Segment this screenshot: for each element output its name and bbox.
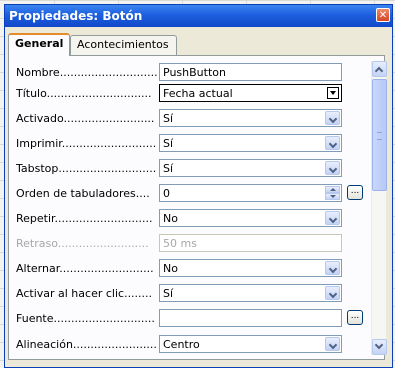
property-label: Fuente............................. <box>16 312 155 325</box>
property-label: Alineación........................ <box>16 338 157 351</box>
repetir-select[interactable]: No <box>159 209 342 227</box>
close-icon[interactable]: ✕ <box>376 8 390 22</box>
property-row-repetir: Repetir............................ No <box>9 208 384 228</box>
tab-general-label: General <box>15 37 64 50</box>
property-label: Activado.......................... <box>16 112 155 125</box>
title-bar[interactable]: Propiedades: Botón ✕ <box>5 5 392 27</box>
field-value: No <box>163 262 178 275</box>
property-label: Orden de tabuladores.... <box>16 187 150 200</box>
property-label: Imprimir........................... <box>16 137 157 150</box>
retraso-input: 50 ms <box>159 234 342 252</box>
field-value: 50 ms <box>163 237 197 250</box>
property-label: Nombre............................ <box>16 66 158 79</box>
orden-ellipsis-button[interactable]: ... <box>347 185 363 200</box>
tab-acontecimientos-label: Acontecimientos <box>77 38 169 51</box>
nombre-input[interactable]: PushButton <box>159 63 342 81</box>
property-row-titulo: Título.............................. Fec… <box>9 83 384 103</box>
field-value: Sí <box>163 137 174 150</box>
tabstop-select[interactable]: Sí <box>159 159 342 177</box>
spin-up-icon[interactable] <box>325 186 340 193</box>
field-value: Sí <box>163 162 174 175</box>
property-label: Activar al hacer clic........ <box>16 287 153 300</box>
activar-clic-select[interactable]: Sí <box>159 284 342 302</box>
chevron-down-icon[interactable] <box>325 111 340 125</box>
property-label: Retraso.......................... <box>16 237 149 250</box>
tab-general[interactable]: General <box>8 33 70 56</box>
scroll-up-icon[interactable] <box>372 61 387 77</box>
activado-select[interactable]: Sí <box>159 109 342 127</box>
chevron-down-icon[interactable] <box>325 211 340 225</box>
window-title: Propiedades: Botón <box>9 9 143 23</box>
property-row-activado: Activado.......................... Sí <box>9 108 384 128</box>
field-value: Fecha actual <box>163 87 233 100</box>
titulo-select[interactable]: Fecha actual <box>159 84 342 102</box>
chevron-down-icon[interactable] <box>325 136 340 150</box>
property-label: Repetir............................ <box>16 212 153 225</box>
chevron-down-icon[interactable] <box>325 161 340 175</box>
chevron-down-icon[interactable] <box>325 286 340 300</box>
vertical-scrollbar[interactable] <box>371 61 387 355</box>
field-value: Centro <box>163 338 200 351</box>
field-value: PushButton <box>163 66 226 79</box>
chevron-down-icon[interactable] <box>325 337 340 351</box>
scroll-down-icon[interactable] <box>372 339 387 355</box>
property-row-orden: Orden de tabuladores.... 0 ... <box>9 183 384 203</box>
property-row-alternar: Alternar........................... No <box>9 258 384 278</box>
property-row-nombre: Nombre............................ PushB… <box>9 62 384 82</box>
chevron-down-icon[interactable] <box>325 261 340 275</box>
scroll-thumb[interactable] <box>372 79 387 191</box>
fuente-ellipsis-button[interactable]: ... <box>347 310 363 325</box>
field-value: No <box>163 212 178 225</box>
chevron-down-icon[interactable] <box>327 87 339 99</box>
imprimir-select[interactable]: Sí <box>159 134 342 152</box>
property-row-retraso: Retraso.......................... 50 ms <box>9 233 384 253</box>
spin-down-icon[interactable] <box>325 193 340 200</box>
property-label: Alternar........................... <box>16 262 154 275</box>
field-value: 0 <box>163 187 170 200</box>
properties-panel: Nombre............................ PushB… <box>8 55 387 360</box>
property-label: Tabstop............................ <box>16 162 157 175</box>
field-value: Sí <box>163 112 174 125</box>
property-label: Título.............................. <box>16 87 152 100</box>
alternar-select[interactable]: No <box>159 259 342 277</box>
alineacion-select[interactable]: Centro <box>159 335 342 353</box>
property-row-imprimir: Imprimir........................... Sí <box>9 133 384 153</box>
property-row-fuente: Fuente............................. ... <box>9 308 384 328</box>
tab-acontecimientos[interactable]: Acontecimientos <box>70 35 177 55</box>
fuente-input[interactable] <box>159 309 342 327</box>
field-value: Sí <box>163 287 174 300</box>
property-row-alineacion: Alineación........................ Centr… <box>9 334 384 354</box>
property-row-activar-clic: Activar al hacer clic........ Sí <box>9 283 384 303</box>
orden-tabuladores-stepper[interactable]: 0 <box>159 184 342 202</box>
spin-buttons[interactable] <box>325 186 340 200</box>
property-row-tabstop: Tabstop............................ Sí <box>9 158 384 178</box>
